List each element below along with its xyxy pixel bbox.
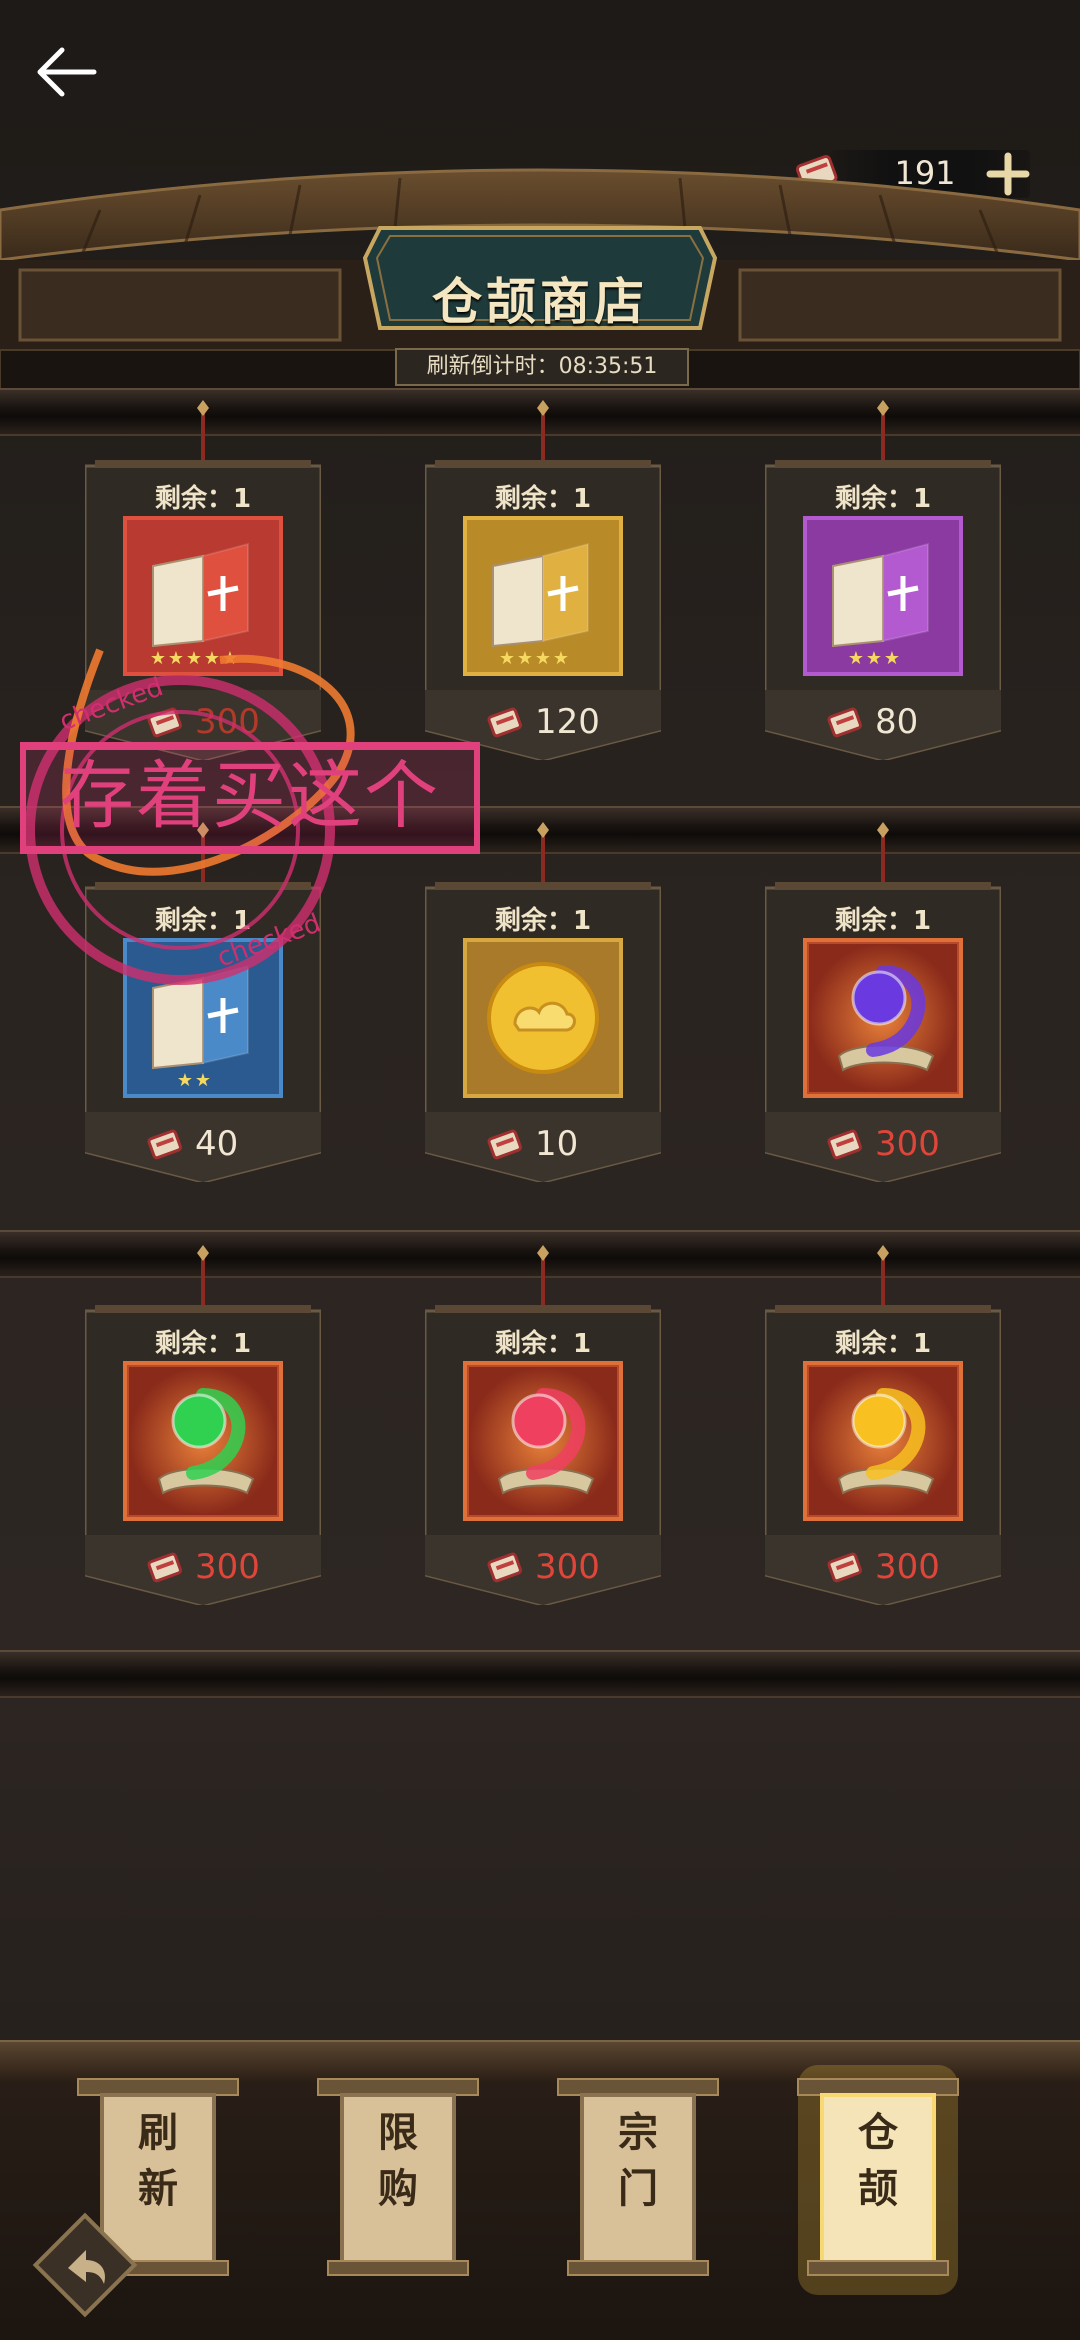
price-row: 300 [765,1122,1001,1166]
arrow-left-icon [37,47,97,97]
item-price: 300 [875,1124,940,1164]
scroll-currency-icon [827,1552,862,1583]
price-row: 300 [765,1545,1001,1589]
scroll-currency-icon [827,1129,862,1160]
svg-text:★: ★ [168,648,184,669]
svg-text:★: ★ [848,648,864,669]
nav-tab[interactable]: 限 购 [317,2078,479,2276]
item-price: 300 [195,702,260,742]
svg-text:★: ★ [222,648,238,669]
svg-text:★: ★ [535,648,551,669]
scroll-currency-icon [487,707,522,738]
tab-label: 限 购 [378,2109,418,2212]
scroll-currency-icon [147,1129,182,1160]
gem-scroll-icon [803,938,963,1098]
skill-book-icon: ★ ★ ★ ★ ★ [123,516,283,676]
scroll-currency-icon [827,707,862,738]
nav-tab[interactable]: 仓 颉 [797,2065,959,2295]
remaining-count: 剩余：1 [154,484,252,514]
tab-label: 仓 颉 [858,2109,898,2212]
item-price: 300 [535,1547,600,1587]
svg-text:★: ★ [150,648,166,669]
gold-coin-icon [463,938,623,1098]
item-price: 80 [875,702,919,742]
gem-scroll-icon [123,1361,283,1521]
svg-text:★: ★ [866,648,882,669]
skill-book-icon: ★ ★ [123,938,283,1098]
price-row: 300 [85,1545,321,1589]
remaining-count: 剩余：1 [494,906,592,936]
shop-item-card[interactable]: 剩余：1 ★ ★ 40 [85,822,321,1182]
shop-item-card[interactable]: 剩余：1 ★ ★ ★ ★ 120 [425,400,661,760]
scroll-currency-icon [487,1129,522,1160]
svg-text:★: ★ [195,1070,211,1091]
svg-text:★: ★ [204,648,220,669]
tab-label: 刷 新 [138,2109,178,2212]
shelf [0,1650,1080,1698]
remaining-count: 剩余：1 [154,906,252,936]
shop-item-card[interactable]: 剩余：1 300 [85,1245,321,1605]
shop-item-card[interactable]: 剩余：1 300 [765,822,1001,1182]
price-row: 300 [85,700,321,744]
item-price: 300 [875,1547,940,1587]
item-price: 40 [195,1124,239,1164]
refresh-countdown: 刷新倒计时：08:35:51 [395,348,689,386]
price-row: 300 [425,1545,661,1589]
remaining-count: 剩余：1 [494,484,592,514]
scroll-currency-icon [487,1552,522,1583]
shop-item-card[interactable]: 剩余：1 ★ ★ ★ ★ ★ 300 [85,400,321,760]
nav-tab[interactable]: 宗 门 [557,2078,719,2276]
skill-book-icon: ★ ★ ★ [803,516,963,676]
shop-item-card[interactable]: 剩余：1 10 [425,822,661,1182]
svg-text:★: ★ [884,648,900,669]
shop-item-card[interactable]: 剩余：1 300 [765,1245,1001,1605]
price-row: 80 [765,700,1001,744]
item-price: 300 [195,1547,260,1587]
tab-label: 宗 门 [618,2109,658,2212]
item-price: 120 [535,702,600,742]
remaining-count: 剩余：1 [494,1329,592,1359]
back-button[interactable] [32,42,104,102]
svg-text:★: ★ [499,648,515,669]
shop-title: 仓颉商店 [432,272,648,331]
gem-scroll-icon [803,1361,963,1521]
remaining-count: 剩余：1 [154,1329,252,1359]
price-row: 10 [425,1122,661,1166]
remaining-count: 剩余：1 [834,484,932,514]
price-row: 40 [85,1122,321,1166]
shop-item-card[interactable]: 剩余：1 ★ ★ ★ 80 [765,400,1001,760]
svg-text:★: ★ [517,648,533,669]
stamp-note: 存着买这个 [60,753,440,839]
remaining-count: 剩余：1 [834,1329,932,1359]
shop-item-card[interactable]: 剩余：1 300 [425,1245,661,1605]
svg-text:★: ★ [553,648,569,669]
return-button[interactable] [30,2210,140,2320]
price-row: 120 [425,700,661,744]
skill-book-icon: ★ ★ ★ ★ [463,516,623,676]
scroll-currency-icon [147,707,182,738]
svg-text:★: ★ [186,648,202,669]
item-price: 10 [535,1124,579,1164]
svg-text:★: ★ [177,1070,193,1091]
scroll-currency-icon [147,1552,182,1583]
gem-scroll-icon [463,1361,623,1521]
return-arrow-icon [32,2212,138,2318]
remaining-count: 剩余：1 [834,906,932,936]
